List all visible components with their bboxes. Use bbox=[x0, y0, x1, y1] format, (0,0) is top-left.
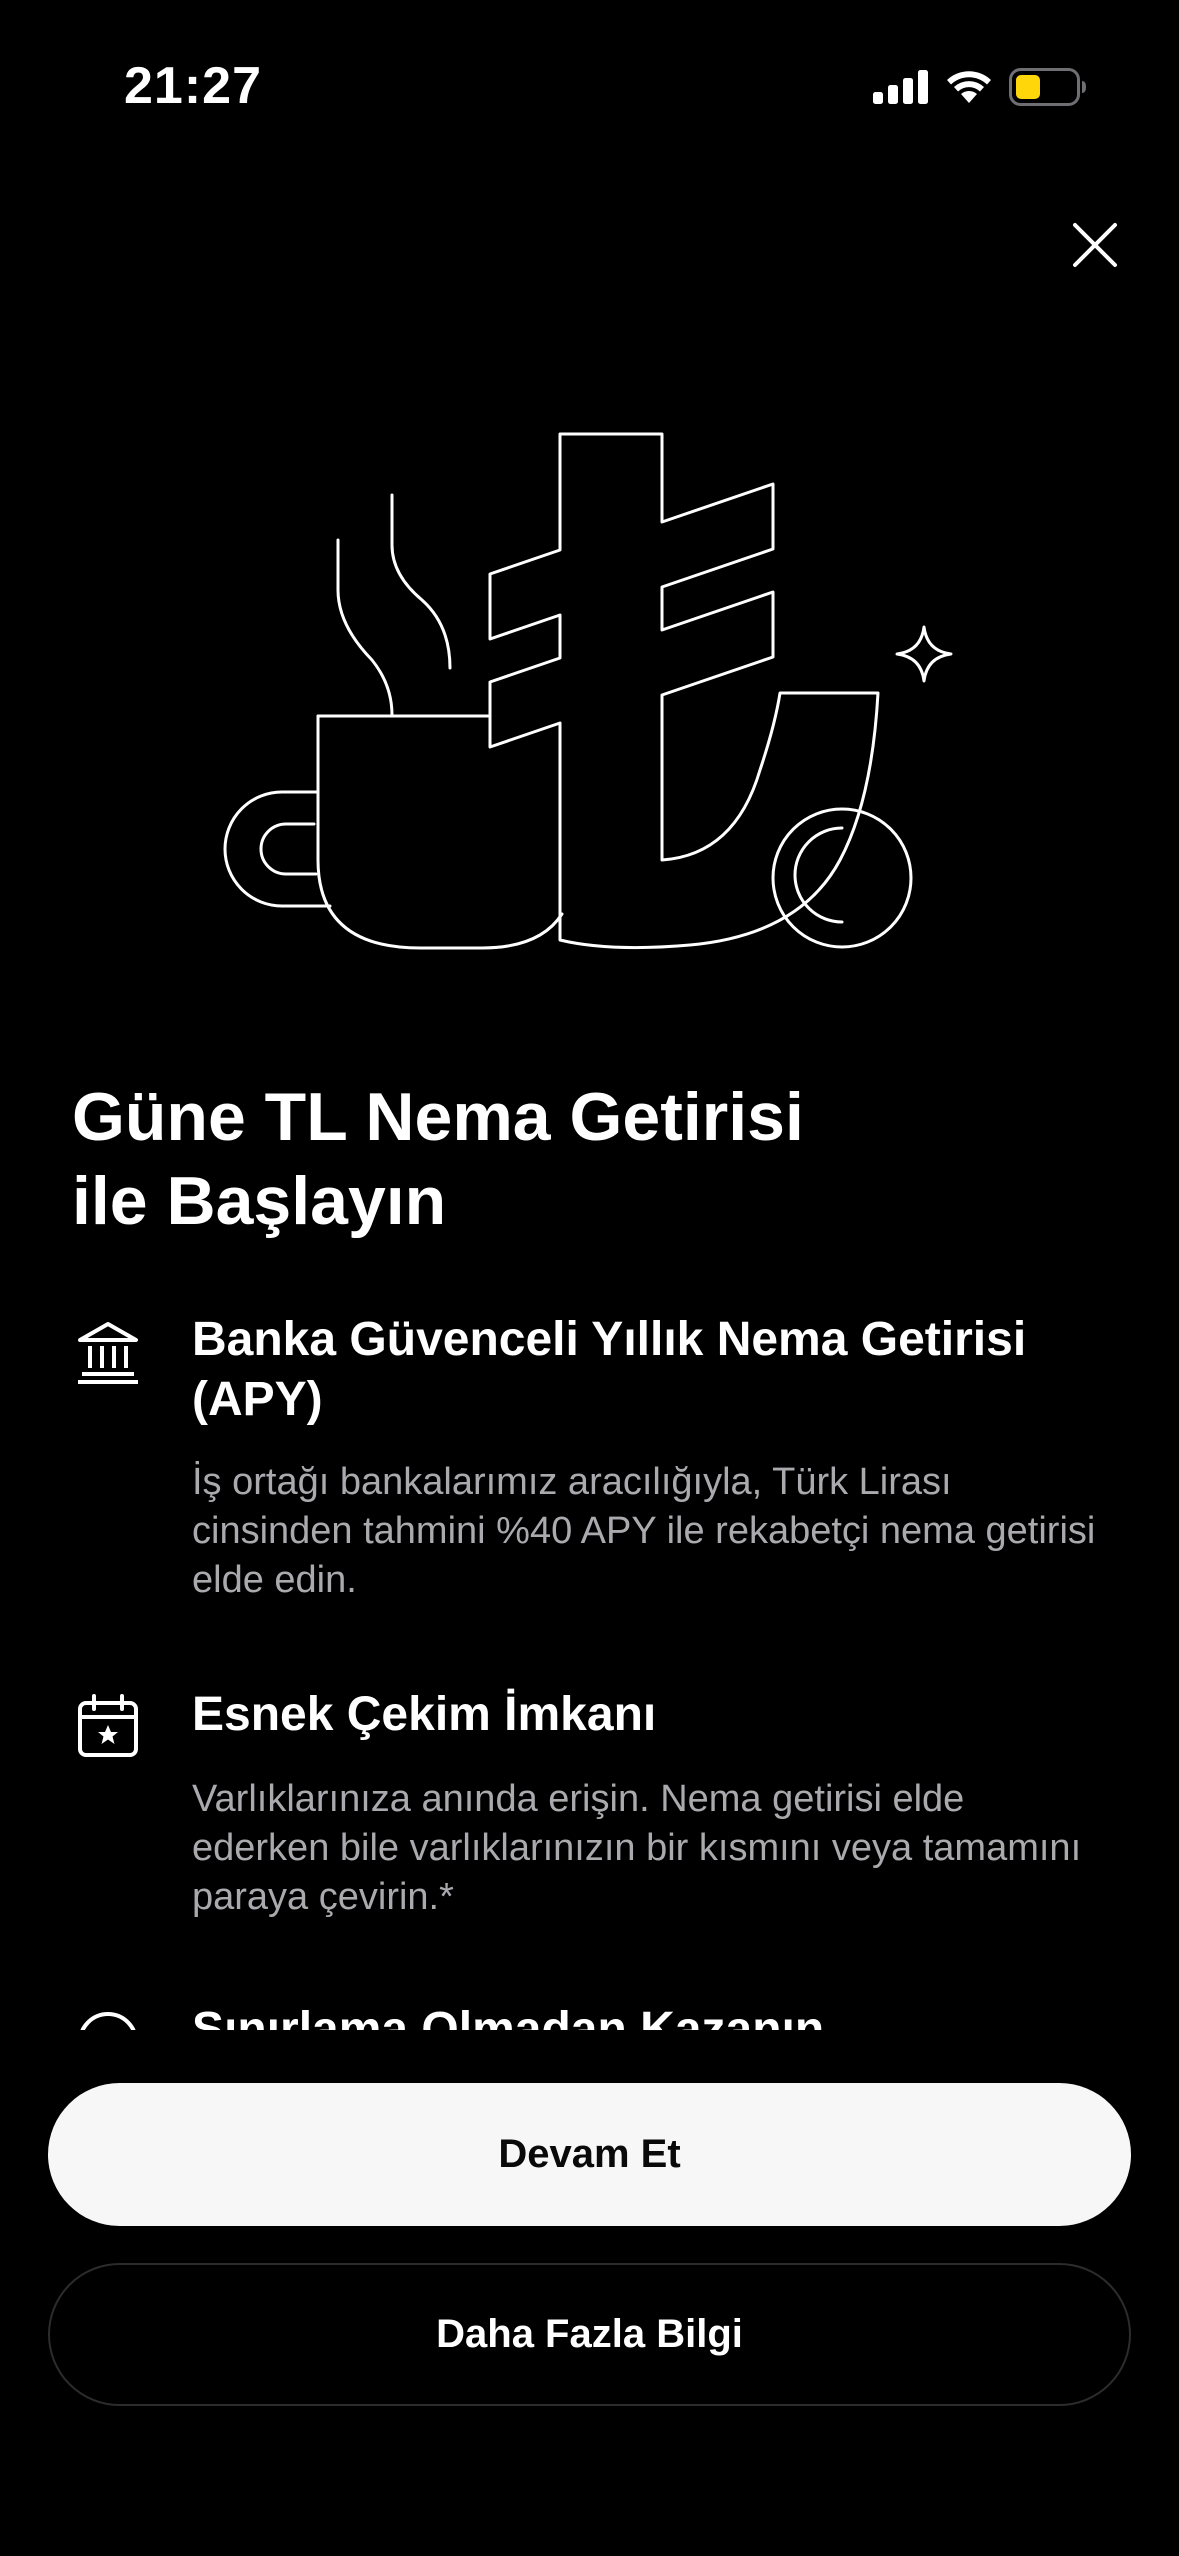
status-icons bbox=[873, 64, 1087, 110]
close-button[interactable] bbox=[1062, 212, 1128, 278]
feature-title: Esnek Çekim İmkanı bbox=[192, 1688, 657, 1741]
cellular-signal-icon bbox=[873, 70, 928, 104]
feature-item: Banka Güvenceli Yıllık Nema Getirisi (AP… bbox=[0, 1310, 1179, 1610]
feature-item: Sınırlama Olmadan Kazanın bbox=[0, 2000, 1179, 2030]
close-icon bbox=[1073, 223, 1117, 267]
wifi-icon bbox=[947, 71, 991, 103]
bank-icon bbox=[78, 1322, 138, 1384]
feature-title: Banka Güvenceli Yıllık Nema Getirisi (AP… bbox=[192, 1313, 1027, 1426]
page-title-line-2: ile Başlayın bbox=[72, 1163, 447, 1239]
page-title-line-1: Güne TL Nema Getirisi bbox=[72, 1079, 804, 1155]
page-title: Güne TL Nema Getirisi ile Başlayın bbox=[72, 1075, 1112, 1243]
status-bar: 21:27 bbox=[0, 0, 1179, 170]
feature-list[interactable]: Banka Güvenceli Yıllık Nema Getirisi (AP… bbox=[0, 1310, 1179, 2030]
status-time: 21:27 bbox=[124, 57, 262, 115]
arrow-up-circle-icon bbox=[80, 2012, 136, 2030]
feature-item: Esnek Çekim İmkanı Varlıklarınıza anında… bbox=[0, 1685, 1179, 1965]
calendar-star-icon bbox=[78, 1694, 138, 1757]
learn-more-button[interactable]: Daha Fazla Bilgi bbox=[48, 2263, 1131, 2406]
coffee-cup-lira-coin-illustration bbox=[223, 432, 953, 950]
feature-title: Sınırlama Olmadan Kazanın bbox=[192, 2003, 825, 2030]
feature-description: İş ortağı bankalarımız aracılığıyla, Tür… bbox=[192, 1461, 1096, 1601]
continue-button[interactable]: Devam Et bbox=[48, 2083, 1131, 2226]
feature-description: Varlıklarınıza anında erişin. Nema getir… bbox=[192, 1778, 1082, 1918]
battery-low-icon bbox=[1009, 68, 1086, 106]
